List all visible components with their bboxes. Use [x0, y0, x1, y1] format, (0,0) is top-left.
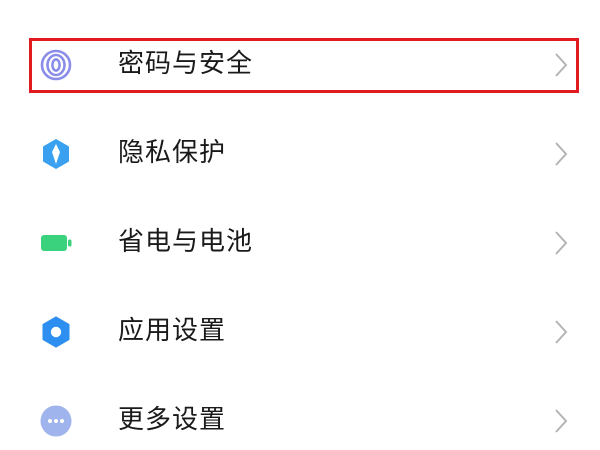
chevron-right-icon: [553, 52, 569, 78]
settings-item-battery[interactable]: 省电与电池: [0, 198, 600, 287]
fingerprint-icon: [40, 49, 72, 81]
battery-icon: [40, 227, 72, 259]
settings-item-more-settings[interactable]: 更多设置: [0, 376, 600, 450]
privacy-shield-icon: [40, 138, 72, 170]
settings-item-label: 密码与安全: [118, 49, 254, 79]
settings-item-privacy[interactable]: 隐私保护: [0, 109, 600, 198]
settings-item-label: 省电与电池: [118, 227, 254, 257]
settings-item-label: 更多设置: [118, 405, 227, 435]
settings-item-password-security[interactable]: 密码与安全: [0, 20, 600, 109]
chevron-right-icon: [553, 230, 569, 256]
settings-item-app-settings[interactable]: 应用设置: [0, 287, 600, 376]
settings-list: 密码与安全 隐私保护 省电与电池 应用设置 更多设置: [0, 0, 600, 450]
chevron-right-icon: [553, 141, 569, 167]
more-dots-icon: [40, 405, 72, 437]
settings-item-label: 应用设置: [118, 316, 227, 346]
settings-item-label: 隐私保护: [118, 138, 227, 168]
chevron-right-icon: [553, 319, 569, 345]
chevron-right-icon: [553, 408, 569, 434]
gear-icon: [40, 316, 72, 348]
